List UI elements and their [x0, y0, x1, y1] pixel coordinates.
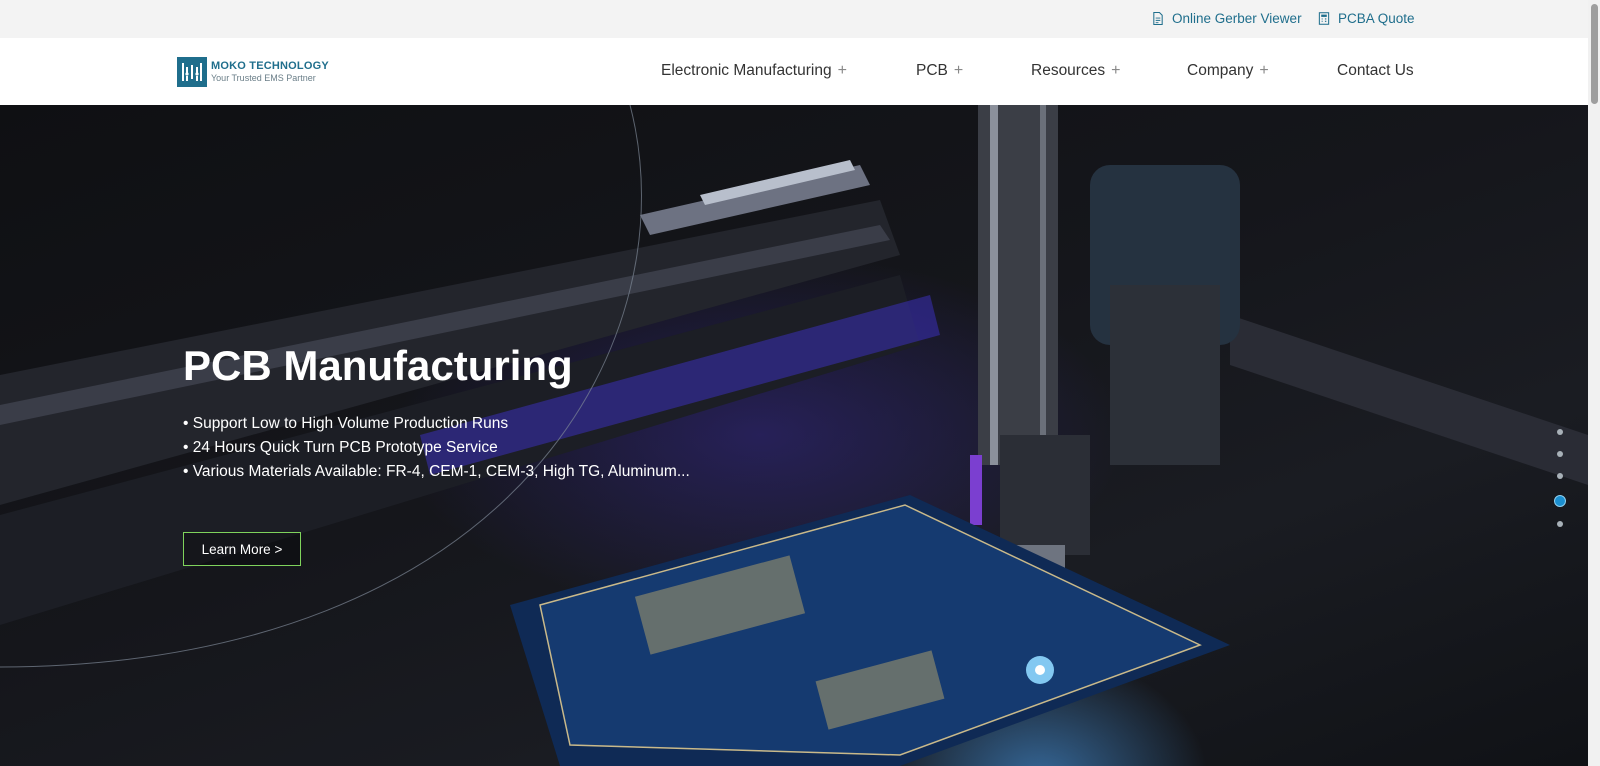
main-header: MOKO TECHNOLOGY Your Trusted EMS Partner…	[0, 38, 1588, 105]
hero-banner: PCB Manufacturing • Support Low to High …	[0, 105, 1588, 766]
expand-plus-icon: +	[1111, 62, 1121, 79]
hero-feature-item: • Various Materials Available: FR-4, CEM…	[183, 463, 690, 480]
nav-company[interactable]: Company +	[1187, 62, 1269, 80]
slide-dot-5[interactable]	[1557, 521, 1563, 527]
online-gerber-viewer-label: Online Gerber Viewer	[1172, 11, 1302, 26]
logo-mark-graphic	[182, 63, 202, 81]
logo-tagline: Your Trusted EMS Partner	[211, 73, 316, 83]
slide-dot-1[interactable]	[1557, 429, 1563, 435]
page-scrollbar[interactable]	[1588, 0, 1600, 766]
nav-contact-us-label: Contact Us	[1337, 62, 1414, 79]
expand-plus-icon: +	[837, 62, 847, 79]
nav-electronic-manufacturing-label: Electronic Manufacturing	[661, 62, 832, 79]
learn-more-button[interactable]: Learn More >	[183, 532, 301, 566]
slide-dot-3[interactable]	[1557, 473, 1563, 479]
slide-dot-4-active[interactable]	[1554, 495, 1566, 507]
online-gerber-viewer-link[interactable]: Online Gerber Viewer	[1152, 11, 1302, 26]
hero-feature-item: • Support Low to High Volume Production …	[183, 415, 509, 432]
nav-company-label: Company	[1187, 62, 1254, 79]
nav-pcb-label: PCB	[916, 62, 948, 79]
nav-contact-us[interactable]: Contact Us	[1337, 62, 1414, 80]
moko-logo-icon	[177, 57, 207, 87]
slide-dot-2[interactable]	[1557, 451, 1563, 457]
expand-plus-icon: +	[953, 62, 964, 79]
document-icon	[1153, 12, 1163, 25]
logo-text: MOKO TECHNOLOGY Your Trusted EMS Partner	[211, 61, 329, 83]
hero-feature-list: • Support Low to High Volume Production …	[183, 412, 690, 484]
calculator-icon	[1318, 12, 1330, 25]
nav-electronic-manufacturing[interactable]: Electronic Manufacturing +	[661, 62, 847, 80]
nav-pcb[interactable]: PCB +	[916, 62, 963, 80]
hero-feature-item: • 24 Hours Quick Turn PCB Prototype Serv…	[183, 439, 498, 456]
nav-resources-label: Resources	[1031, 62, 1106, 79]
pcba-quote-label: PCBA Quote	[1338, 11, 1415, 26]
pcba-quote-link[interactable]: PCBA Quote	[1318, 11, 1415, 26]
hero-title: PCB Manufacturing	[183, 342, 573, 389]
slide-pagination	[1553, 429, 1567, 543]
scrollbar-thumb[interactable]	[1591, 4, 1598, 104]
logo-name: MOKO TECHNOLOGY	[211, 60, 329, 72]
nav-resources[interactable]: Resources +	[1031, 62, 1120, 80]
logo[interactable]: MOKO TECHNOLOGY Your Trusted EMS Partner	[177, 57, 329, 87]
top-utility-bar: Online Gerber Viewer PCBA Quote	[0, 0, 1588, 38]
expand-plus-icon: +	[1259, 62, 1269, 79]
